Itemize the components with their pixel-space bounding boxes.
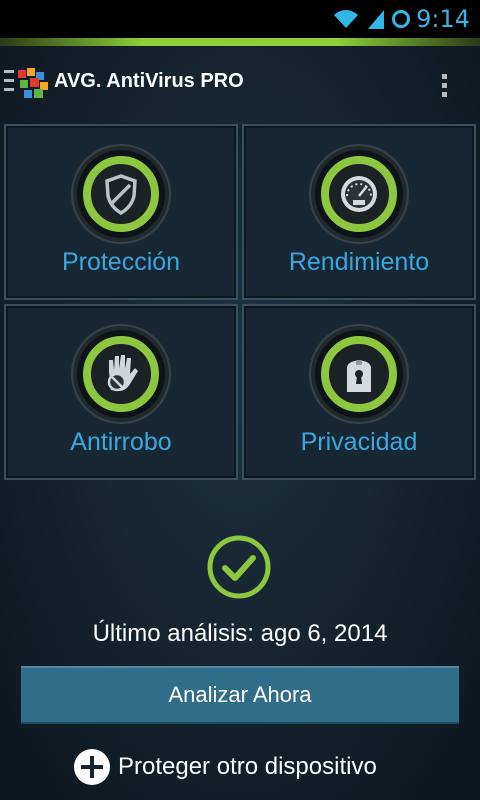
keyhole-lock-icon [315,330,403,418]
drawer-menu-icon[interactable] [4,70,14,96]
last-scan-text: Último análisis: ago 6, 2014 [92,620,388,647]
status-bar: 9:14 [0,0,480,38]
tile-label: Protección [61,248,181,276]
avg-logo-icon[interactable] [18,68,52,100]
sync-ring-icon [392,10,411,28]
tile-antirrobo[interactable]: Antirrobo [4,304,238,480]
accent-divider [0,38,480,46]
speedometer-icon [315,150,403,238]
tile-privacidad[interactable]: Privacidad [242,304,476,480]
brand-name: AVG. [54,70,102,92]
clock: 9:14 [416,5,470,33]
status-icons: 9:14 [332,0,470,38]
signal-icon [368,10,385,29]
tile-proteccion[interactable]: Protección [4,124,238,300]
overflow-menu-icon[interactable] [442,74,448,100]
protect-device-link[interactable]: Proteger otro dispositivo [74,748,377,786]
protect-device-label: Proteger otro dispositivo [118,753,377,780]
shield-icon [77,150,165,238]
tile-label: Privacidad [300,428,418,456]
hand-stop-icon [77,330,165,418]
tile-rendimiento[interactable]: Rendimiento [242,124,476,300]
plus-circle-icon [74,749,110,785]
product-name: AntiVirus PRO [106,70,244,92]
tile-label: Antirrobo [70,428,172,456]
tile-label: Rendimiento [288,248,430,276]
check-icon [207,535,271,599]
app-title: AVG. AntiVirus PRO [54,70,244,93]
scan-now-button[interactable]: Analizar Ahora [21,666,459,724]
wifi-icon [334,10,359,28]
action-bar: AVG. AntiVirus PRO [0,46,480,122]
